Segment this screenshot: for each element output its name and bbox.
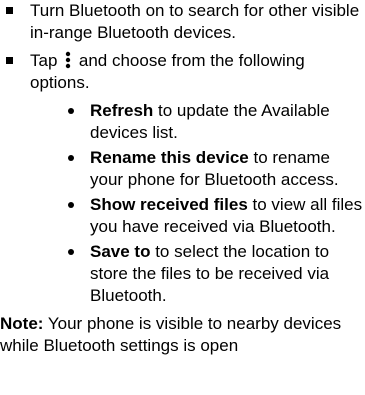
option-name: Refresh xyxy=(90,101,154,120)
note-text: Your phone is visible to nearby devices … xyxy=(0,314,342,355)
list-item: Save to to select the location to store … xyxy=(30,241,365,307)
document-body: Turn Bluetooth on to search for other vi… xyxy=(0,0,365,357)
options-list: Refresh to update the Available devices … xyxy=(30,100,365,307)
option-name: Rename this device xyxy=(90,148,249,167)
item-text-before-icon: Tap xyxy=(30,51,58,70)
item-text: Turn Bluetooth on to search for other vi… xyxy=(30,1,360,42)
note-label: Note: xyxy=(0,314,44,333)
square-bullet-icon xyxy=(6,57,13,64)
option-name: Show received files xyxy=(90,195,248,214)
list-item: Turn Bluetooth on to search for other vi… xyxy=(0,0,365,44)
more-vertical-icon xyxy=(65,51,71,69)
round-bullet-icon xyxy=(68,108,74,114)
list-item: Show received files to view all files yo… xyxy=(30,194,365,238)
list-item: Refresh to update the Available devices … xyxy=(30,100,365,144)
list-item: Tap and choose from the following option… xyxy=(0,50,365,307)
option-name: Save to xyxy=(90,242,151,261)
round-bullet-icon xyxy=(68,202,74,208)
list-item: Rename this device to rename your phone … xyxy=(30,147,365,191)
square-bullet-icon xyxy=(6,7,13,14)
round-bullet-icon xyxy=(68,155,74,161)
round-bullet-icon xyxy=(68,249,74,255)
note-paragraph: Note: Your phone is visible to nearby de… xyxy=(0,313,365,357)
